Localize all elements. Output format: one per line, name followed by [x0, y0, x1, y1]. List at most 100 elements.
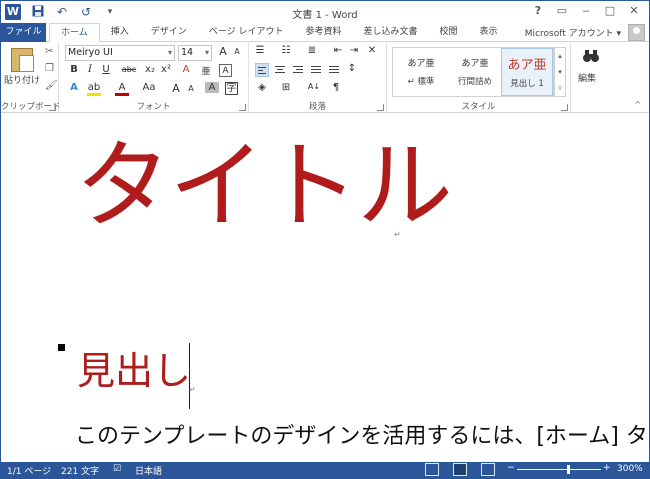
word-window: W ↶ ↺ ▾ 文書 1 - Word ? ▭ ‒ □ ✕ ファイル ホーム 挿…	[0, 0, 650, 479]
decrease-indent-icon[interactable]: ⇤	[331, 45, 345, 56]
font-name-select[interactable]: Meiryo UI	[65, 45, 175, 61]
style-gallery: あア亜 ↵ 標準 あア亜 行間詰め あア亜 見出し 1	[392, 47, 554, 97]
clipboard-launcher-icon[interactable]	[49, 104, 56, 111]
paste-button[interactable]: 貼り付け	[4, 73, 40, 86]
shrink-font-2-icon[interactable]: A	[184, 84, 198, 93]
tab-page-layout[interactable]: ページ レイアウト	[198, 23, 295, 42]
window-controls: ? ▭ ‒ □ ✕	[527, 2, 645, 20]
status-bar: 1/1 ページ 221 文字 ☑ 日本語 − + 300%	[1, 462, 649, 478]
collapse-ribbon-icon[interactable]: ^	[634, 100, 641, 109]
tab-mailings[interactable]: 差し込み文書	[352, 23, 428, 42]
grow-font-icon[interactable]: A	[216, 45, 230, 58]
editing-button[interactable]: 編集	[578, 71, 596, 84]
styles-launcher-icon[interactable]	[561, 104, 568, 111]
tab-file[interactable]: ファイル	[1, 23, 46, 42]
style-gallery-scroll[interactable]: ▴ ▾ ▿	[554, 47, 566, 97]
distributed-icon[interactable]	[327, 63, 341, 77]
document-canvas[interactable]: タイトル ↵ 見出し ↵ このテンプレートのデザインを活用するには、[ホーム] …	[1, 114, 649, 462]
char-shading-icon[interactable]: A	[205, 82, 219, 93]
grow-font-2-icon[interactable]: A	[169, 82, 183, 95]
show-marks-icon[interactable]: ¶	[329, 82, 343, 93]
zoom-level[interactable]: 300%	[617, 464, 643, 474]
ribbon-display-options-button[interactable]: ▭	[551, 2, 573, 20]
phonetic-guide-icon[interactable]: 亜	[199, 64, 213, 77]
styles-label: スタイル	[461, 102, 496, 112]
enclose-char-icon[interactable]: A	[219, 64, 232, 77]
document-heading[interactable]: 見出し	[77, 352, 191, 390]
change-case-icon[interactable]: Aa	[139, 82, 159, 93]
paragraph-group: ☰ ☷ ≣ ⇤ ⇥ ✕ ↕ ◈ ⊞ A↓ ¶ 段落	[249, 42, 387, 113]
subscript-button[interactable]: x₂	[143, 64, 157, 75]
tab-insert[interactable]: 挿入	[100, 23, 140, 42]
shrink-font-icon[interactable]: A	[230, 47, 244, 56]
page-count[interactable]: 1/1 ページ	[7, 464, 51, 477]
tab-view[interactable]: 表示	[469, 23, 509, 42]
paragraph-mark: ↵	[394, 230, 401, 239]
paragraph-label: 段落	[308, 102, 326, 112]
zoom-slider-thumb[interactable]	[567, 465, 570, 474]
sort-icon[interactable]: A↓	[307, 82, 321, 91]
ribbon-tabs: ファイル ホーム 挿入 デザイン ページ レイアウト 参考資料 差し込み文書 校…	[1, 23, 649, 43]
align-center-icon[interactable]	[273, 63, 287, 77]
zoom-out-button[interactable]: −	[507, 463, 515, 473]
numbering-icon[interactable]: ☷	[279, 45, 293, 56]
proofing-icon[interactable]: ☑	[113, 464, 121, 474]
italic-button[interactable]: I	[83, 64, 97, 75]
paste-icon[interactable]	[11, 48, 34, 72]
bold-button[interactable]: B	[67, 64, 81, 75]
ribbon: 貼り付け ✂ ❐ 🖌 クリップボード Meiryo UI 14 A A B I …	[1, 42, 649, 113]
help-button[interactable]: ?	[527, 2, 549, 20]
document-body-text[interactable]: このテンプレートのデザインを活用するには、[ホーム] タブの	[75, 426, 649, 448]
tab-home[interactable]: ホーム	[49, 23, 100, 43]
read-mode-button[interactable]	[425, 463, 439, 476]
cut-icon[interactable]: ✂	[45, 46, 53, 57]
font-color-icon[interactable]: A	[115, 82, 129, 96]
font-launcher-icon[interactable]	[239, 104, 246, 111]
multilevel-list-icon[interactable]: ≣	[305, 45, 319, 56]
copy-icon[interactable]: ❐	[45, 63, 54, 74]
word-count[interactable]: 221 文字	[61, 464, 99, 477]
zoom-slider[interactable]	[517, 469, 601, 470]
justify-icon[interactable]	[309, 63, 323, 77]
language-indicator[interactable]: 日本語	[135, 464, 162, 477]
clear-formatting-icon[interactable]: A	[179, 64, 193, 75]
maximize-button[interactable]: □	[599, 2, 621, 20]
avatar[interactable]	[628, 24, 645, 41]
increase-indent-icon[interactable]: ⇥	[347, 45, 361, 56]
align-right-icon[interactable]	[291, 63, 305, 77]
asian-layout-icon[interactable]: ✕	[365, 45, 379, 56]
bullets-icon[interactable]: ☰	[253, 45, 267, 56]
line-spacing-icon[interactable]: ↕	[345, 63, 359, 74]
style-no-spacing[interactable]: あア亜 行間詰め	[449, 48, 501, 96]
find-binoculars-icon[interactable]	[581, 48, 601, 68]
web-layout-button[interactable]	[481, 463, 495, 476]
tab-review[interactable]: 校閲	[428, 23, 468, 42]
style-normal[interactable]: あア亜 ↵ 標準	[395, 48, 447, 96]
tab-design[interactable]: デザイン	[140, 23, 198, 42]
superscript-button[interactable]: x²	[159, 64, 173, 75]
text-effects-icon[interactable]: A	[67, 82, 81, 93]
borders-icon[interactable]: ⊞	[279, 82, 293, 93]
account-menu[interactable]: Microsoft アカウント ▾	[525, 26, 621, 39]
shading-icon[interactable]: ◈	[255, 82, 269, 93]
font-size-select[interactable]: 14	[178, 45, 212, 61]
underline-button[interactable]: U	[99, 64, 113, 75]
clipboard-group: 貼り付け ✂ ❐ 🖌 クリップボード	[1, 42, 61, 113]
paragraph-mark: ↵	[189, 385, 196, 394]
tab-references[interactable]: 参考資料	[294, 23, 352, 42]
format-painter-icon[interactable]: 🖌	[45, 80, 58, 91]
title-bar: W ↶ ↺ ▾ 文書 1 - Word ? ▭ ‒ □ ✕	[1, 1, 649, 23]
font-label: フォント	[136, 102, 171, 112]
minimize-button[interactable]: ‒	[575, 2, 597, 20]
char-border-icon[interactable]: 字	[225, 82, 238, 95]
print-layout-button[interactable]	[453, 463, 467, 476]
highlight-icon[interactable]: ab	[87, 82, 101, 96]
paragraph-launcher-icon[interactable]	[377, 104, 384, 111]
close-button[interactable]: ✕	[623, 2, 645, 20]
strikethrough-button[interactable]: abc	[119, 65, 139, 74]
align-left-button[interactable]	[255, 63, 269, 77]
style-heading-1[interactable]: あア亜 見出し 1	[501, 48, 553, 96]
zoom-in-button[interactable]: +	[603, 463, 611, 473]
text-cursor	[189, 343, 190, 409]
document-title[interactable]: タイトル	[75, 138, 453, 234]
